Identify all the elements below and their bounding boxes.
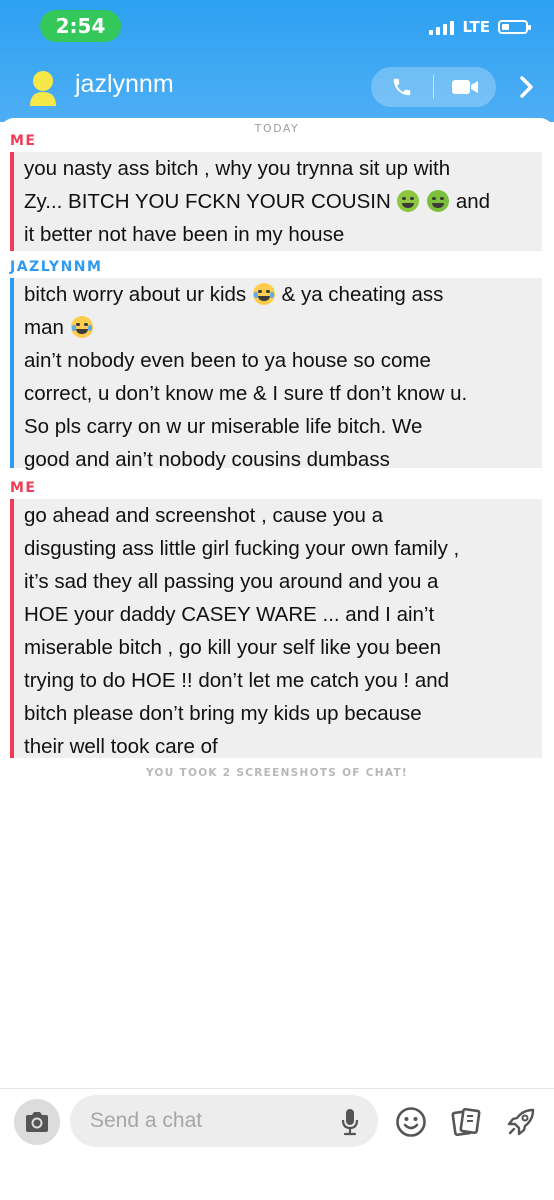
message-sender: JAZLYNNM [10,259,103,275]
microphone-icon[interactable] [340,1108,360,1136]
status-indicators: LTE [429,18,531,36]
video-icon [452,80,478,94]
message-line: So pls carry on w ur miserable life bitc… [24,415,423,438]
message-line: you nasty ass bitch , why you trynna sit… [24,157,451,180]
message-line: it’s sad they all passing you around and… [24,570,439,593]
chat-composer [0,1088,554,1200]
tears-of-joy-icon [70,316,93,338]
message-line: trying to do HOE !! don’t let me catch y… [24,669,450,692]
message-line: Zy... BITCH YOU FCKN YOUR COUSIN and [24,190,491,213]
call-button-group [371,67,496,107]
message-line: bitch please don’t bring my kids up beca… [24,702,422,725]
chat-input[interactable] [70,1095,378,1147]
message-line: it better not have been in my house [24,223,345,246]
camera-button[interactable] [14,1099,60,1145]
status-time[interactable]: 2:54 [40,10,121,42]
tears-of-joy-icon [252,283,275,305]
camera-icon [26,1112,48,1132]
message-bubble[interactable]: bitch worry about ur kids & ya cheating … [10,278,542,471]
network-label: LTE [462,18,490,36]
message-line: bitch worry about ur kids & ya cheating … [24,283,444,306]
smiley-button[interactable] [394,1105,428,1139]
phone-icon [393,78,411,96]
message-line: good and ain’t nobody cousins dumbass [24,448,390,471]
chat-username[interactable]: jazlynnm [75,70,174,99]
stickers-icon [451,1107,481,1137]
video-call-button[interactable] [434,67,496,107]
voice-call-button[interactable] [371,67,433,107]
message-line: ain’t nobody even been to ya house so co… [24,349,431,372]
message-line: man [24,311,536,344]
message-line: disgusting ass little girl fucking your … [24,537,460,560]
battery-icon [498,20,531,34]
message-bubble[interactable]: go ahead and screenshot , cause you a di… [10,499,542,758]
message-line: their well took care of [24,735,218,758]
message-line: HOE your daddy CASEY WARE ... and I ain’… [24,603,435,626]
smiley-icon [396,1107,426,1137]
date-label: TODAY [254,122,300,135]
chevron-right-icon[interactable] [512,70,542,104]
message-line: go ahead and screenshot , cause you a [24,504,384,527]
stickers-button[interactable] [449,1105,483,1139]
message-line: correct, u don’t know me & I sure tf don… [24,382,468,405]
rocket-icon [507,1108,535,1136]
chat-header: 2:54 LTE jazlynnm [0,0,554,122]
message-bubble[interactable]: you nasty ass bitch , why you trynna sit… [10,152,542,251]
screenshot-notice: YOU TOOK 2 SCREENSHOTS OF CHAT! [145,767,409,779]
rocket-button[interactable] [504,1105,538,1139]
message-line: miserable bitch , go kill your self like… [24,636,442,659]
vomiting-face-icon [427,190,450,212]
message-sender: ME [10,480,37,496]
chat-area[interactable]: TODAY ME you nasty ass bitch , why you t… [0,118,554,1088]
avatar-icon[interactable] [27,68,59,108]
nauseated-face-icon [397,190,420,212]
message-sender: ME [10,133,37,149]
signal-icon [429,19,455,35]
